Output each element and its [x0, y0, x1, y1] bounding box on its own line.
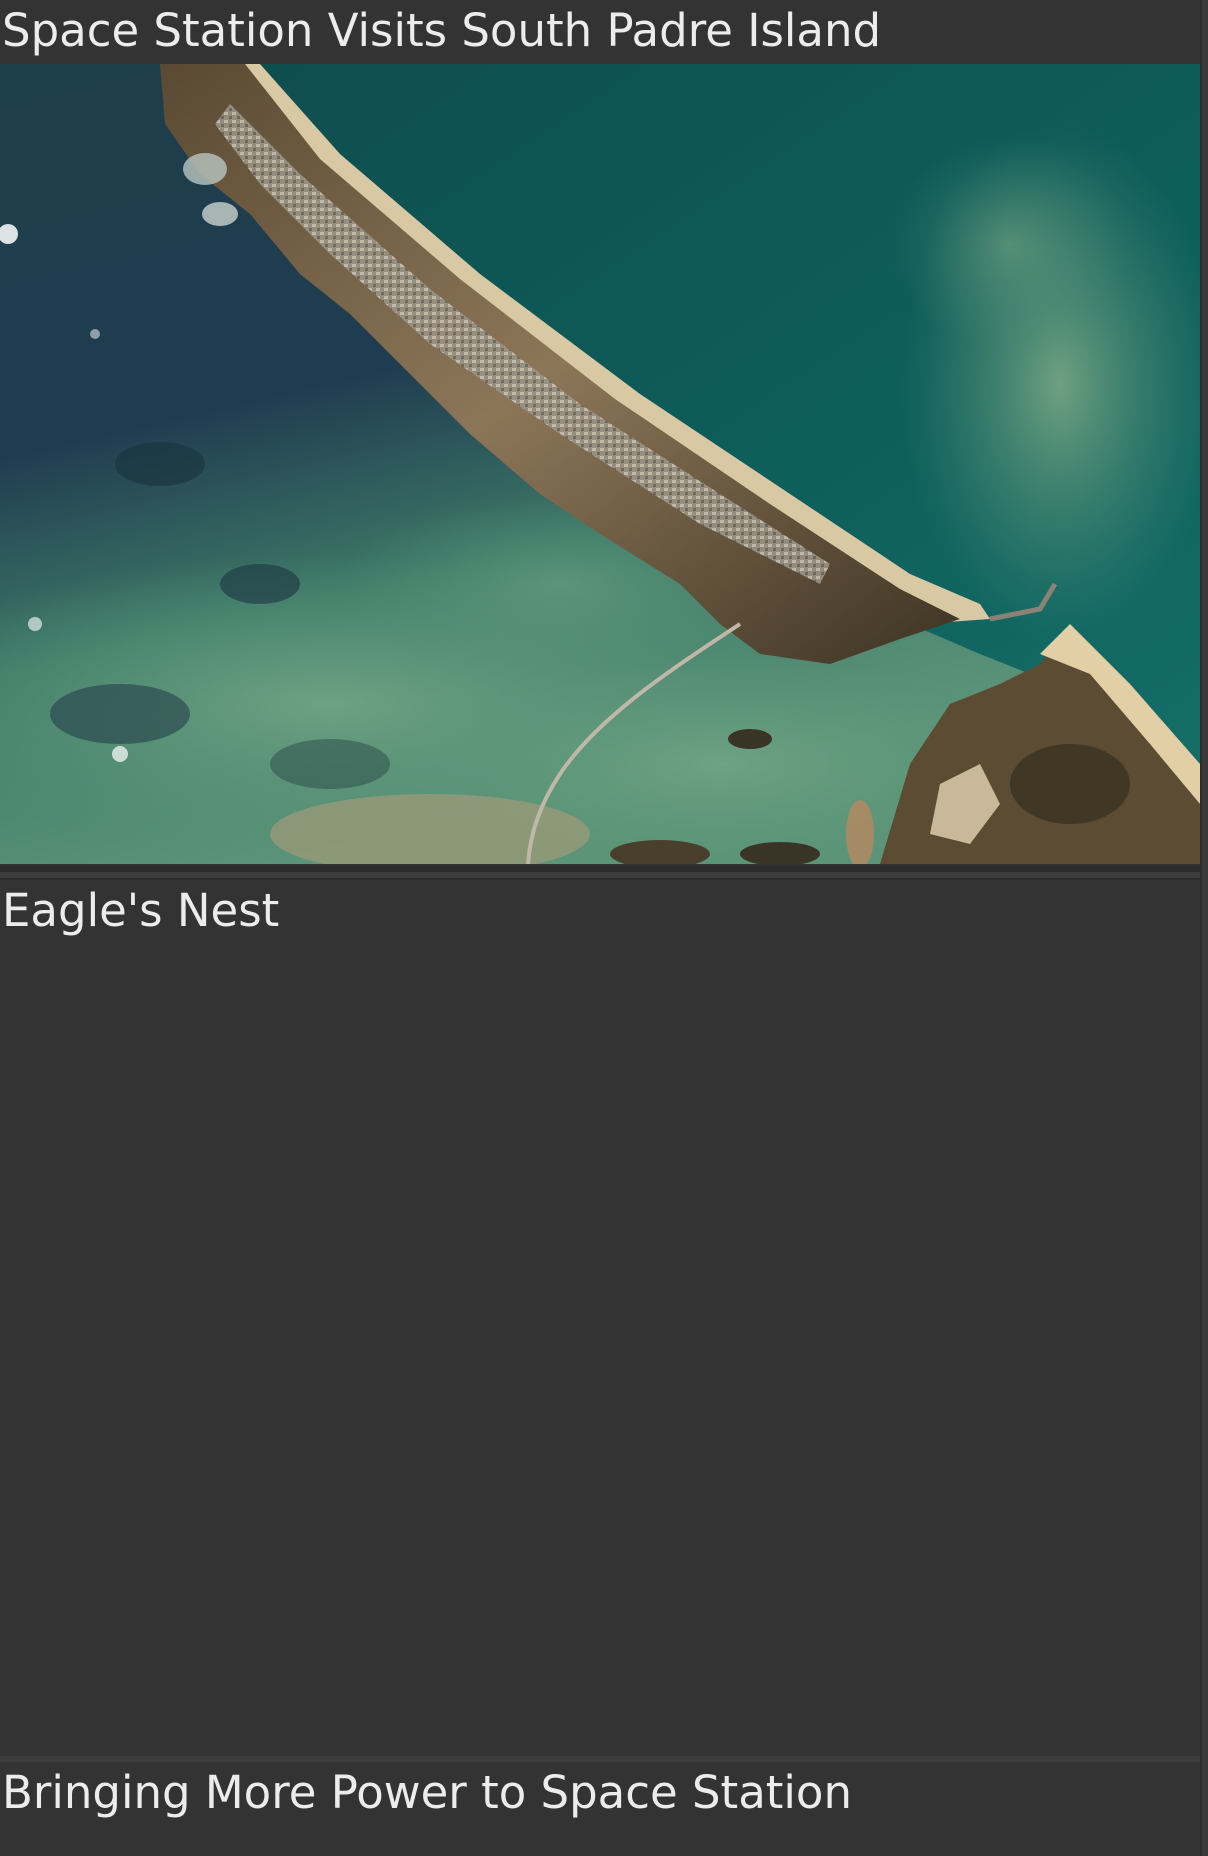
feed-item[interactable]: Space Station Visits South Padre Island [0, 0, 1200, 866]
divider [0, 872, 1200, 878]
feed-item-image[interactable] [0, 64, 1200, 864]
feed-page: Space Station Visits South Padre Island [0, 0, 1208, 1856]
feed-item-title[interactable]: Bringing More Power to Space Station [0, 1762, 1200, 1824]
scrollbar[interactable] [1202, 0, 1208, 1856]
feed-item-title[interactable]: Space Station Visits South Padre Island [0, 0, 1200, 62]
aerial-photo-illustration [0, 64, 1200, 864]
feed-item[interactable]: Bringing More Power to Space Station [0, 1762, 1200, 1856]
feed-item[interactable]: Eagle's Nest [0, 880, 1200, 1756]
feed-item-title[interactable]: Eagle's Nest [0, 880, 1200, 942]
